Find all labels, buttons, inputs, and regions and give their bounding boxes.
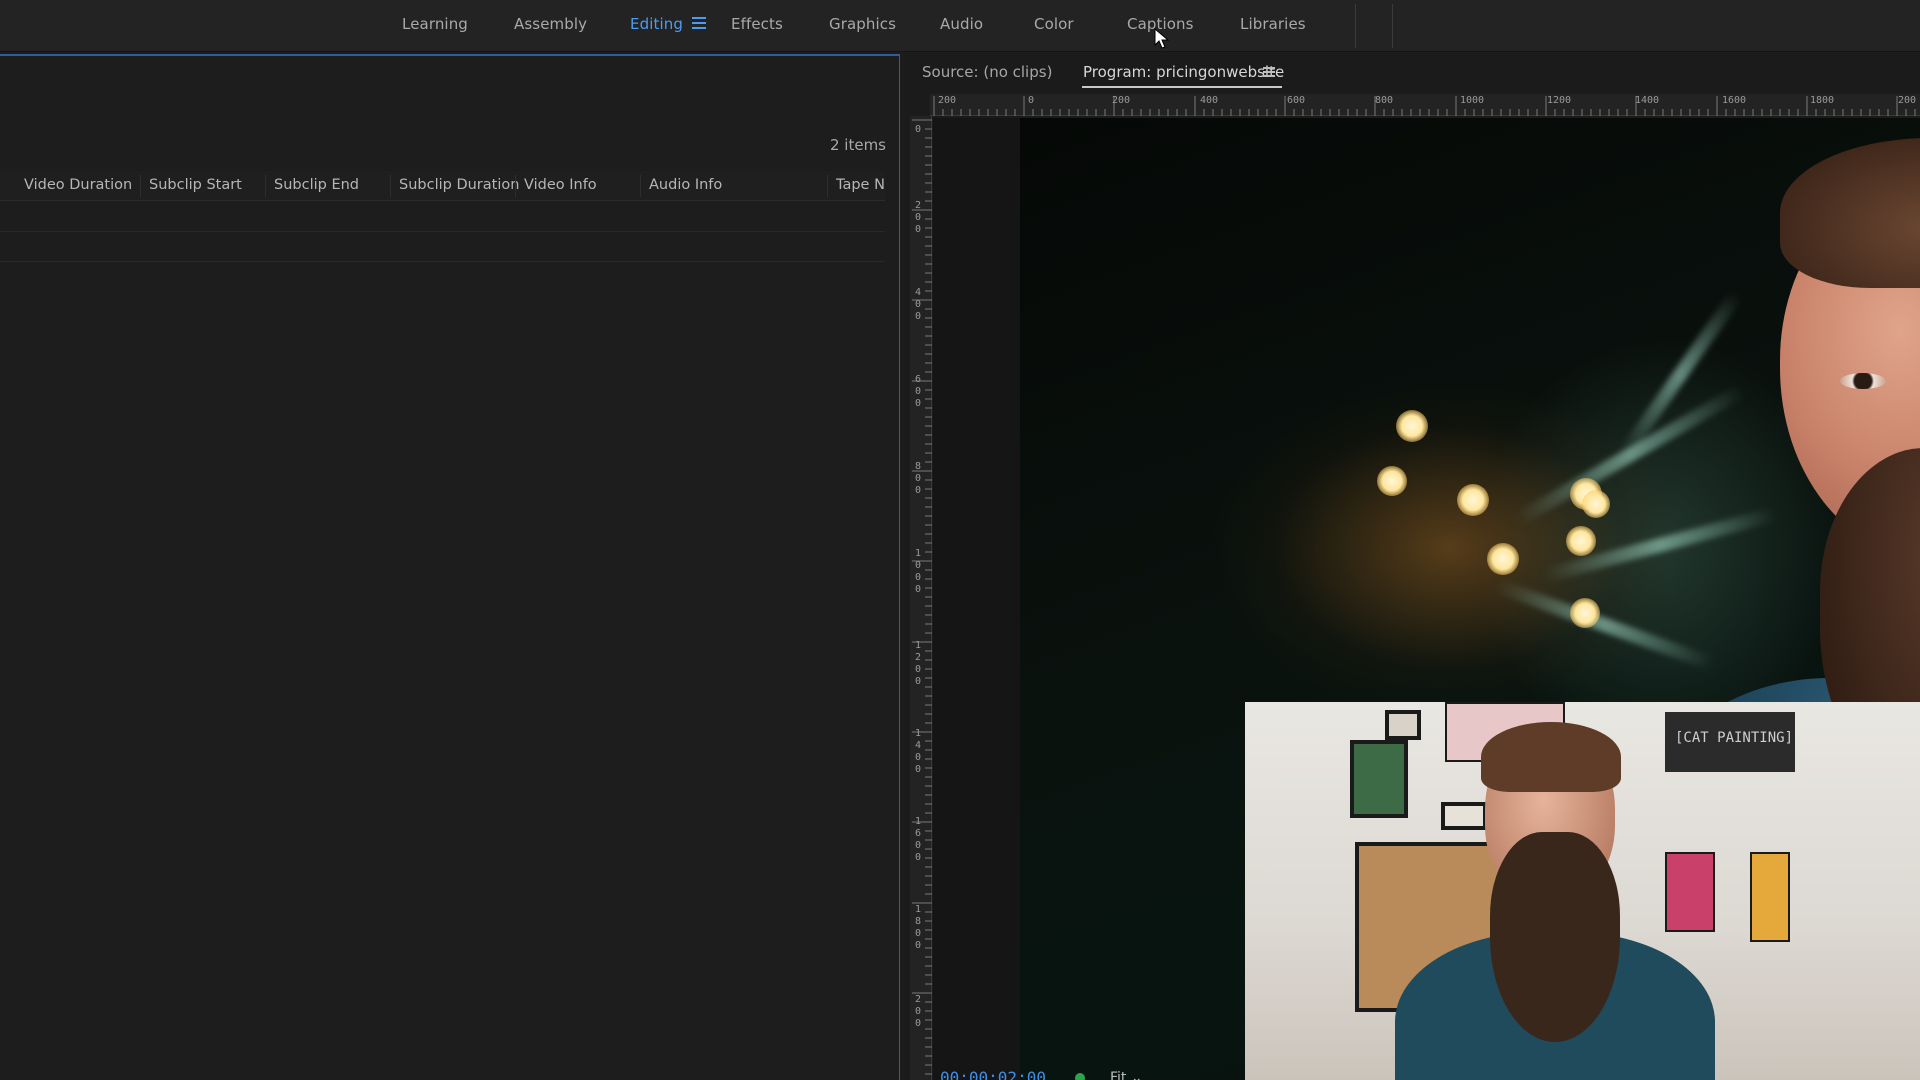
light-strand — [1616, 289, 1744, 461]
hamburger-menu-icon[interactable] — [692, 17, 706, 29]
column-header-subclip-end[interactable]: Subclip End — [274, 177, 365, 199]
ruler-label: 1800 — [914, 904, 922, 951]
chevron-down-icon: ⌄ — [1130, 1070, 1143, 1080]
column-header-row: Video Duration Subclip Start Subclip End… — [0, 171, 885, 201]
workspace-tab-assembly[interactable]: Assembly — [514, 15, 587, 33]
wall-frame — [1385, 710, 1421, 740]
bokeh-light — [1377, 466, 1407, 496]
ruler-ticks — [933, 96, 1916, 116]
bokeh-light — [1487, 543, 1519, 575]
column-separator[interactable] — [140, 175, 141, 197]
premiere-window: Learning Assembly Editing Effects Graphi… — [0, 0, 1920, 1080]
column-separator[interactable] — [265, 175, 266, 197]
person-beard — [1490, 832, 1620, 1042]
tab-source-monitor[interactable]: Source: (no clips) — [922, 63, 1052, 81]
panel-menu-icon[interactable] — [1263, 67, 1275, 77]
workspace-tab-effects[interactable]: Effects — [731, 15, 783, 33]
ruler-label: 200 — [938, 95, 957, 106]
ruler-label: 1600 — [1722, 95, 1747, 106]
ruler-label: 600 — [1287, 95, 1306, 106]
light-strand — [1494, 579, 1716, 671]
playhead-timecode[interactable]: 00:00:02:00 — [940, 1068, 1046, 1080]
bokeh-light — [1570, 598, 1600, 628]
workspace-tab-audio[interactable]: Audio — [940, 15, 983, 33]
column-separator[interactable] — [390, 175, 391, 197]
status-indicator-icon — [1075, 1073, 1085, 1080]
tab-program-monitor[interactable]: Program: pricingonwebsite — [1083, 63, 1284, 81]
column-header-video-duration[interactable]: Video Duration — [24, 177, 138, 199]
column-separator[interactable] — [515, 175, 516, 197]
column-header-audio-info[interactable]: Audio Info — [649, 177, 728, 199]
ruler-label: 800 — [914, 461, 922, 496]
column-header-subclip-start[interactable]: Subclip Start — [149, 177, 248, 199]
ruler-label: 800 — [1375, 95, 1394, 106]
person-eye — [1840, 373, 1886, 389]
project-panel: 2 items Video Duration Subclip Start Sub… — [0, 54, 900, 1080]
mouse-cursor-icon — [1154, 28, 1170, 49]
ruler-label: 200 — [1898, 95, 1917, 106]
bokeh-light — [1457, 484, 1489, 516]
ruler-label: 600 — [914, 374, 922, 409]
panel-focus-border — [899, 56, 900, 1080]
ruler-label: 200 — [914, 200, 922, 235]
ruler-label: 200 — [1112, 95, 1131, 106]
column-separator[interactable] — [827, 175, 828, 197]
column-header-video-info[interactable]: Video Info — [524, 177, 603, 199]
person-hair — [1481, 722, 1621, 792]
ruler-label: 0 — [1028, 95, 1035, 106]
bokeh-light — [1396, 410, 1428, 442]
ruler-label: 1800 — [1810, 95, 1835, 106]
workspace-tab-editing[interactable]: Editing — [630, 15, 683, 33]
active-tab-indicator — [1082, 86, 1282, 88]
table-row[interactable] — [0, 202, 885, 232]
horizontal-ruler[interactable]: 200 0 200 400 600 800 1000 1200 1400 160… — [930, 94, 1920, 116]
ruler-label: 400 — [914, 287, 922, 322]
table-row[interactable] — [0, 232, 885, 262]
ruler-label: 1200 — [914, 640, 922, 687]
ruler-label: 400 — [1200, 95, 1219, 106]
ruler-label: 1000 — [914, 548, 922, 595]
bokeh-light — [1566, 526, 1596, 556]
column-header-subclip-duration[interactable]: Subclip Duration — [399, 177, 525, 199]
ruler-label: 200 — [914, 994, 922, 1029]
ruler-label: 1200 — [1547, 95, 1572, 106]
column-separator[interactable] — [640, 175, 641, 197]
workspace-tab-learning[interactable]: Learning — [402, 15, 468, 33]
zoom-fit-label: Fit — [1110, 1070, 1127, 1080]
wall-sign-text: [CAT PAINTING] — [1675, 730, 1794, 746]
wall-poster — [1750, 852, 1790, 942]
wall-frame — [1350, 740, 1408, 818]
person-hair — [1780, 138, 1920, 288]
wall-poster — [1665, 852, 1715, 932]
ruler-label: 0 — [914, 124, 922, 135]
wall-sign: [CAT PAINTING] — [1665, 712, 1795, 772]
workspace-tab-color[interactable]: Color — [1034, 15, 1074, 33]
wall-frame — [1441, 802, 1487, 830]
webcam-overlay: [CAT PAINTING] — [1245, 702, 1920, 1080]
ruler-label: 1000 — [1460, 95, 1485, 106]
zoom-fit-dropdown[interactable]: Fit ⌄ — [1110, 1070, 1143, 1080]
bokeh-light — [1582, 490, 1610, 518]
items-count: 2 items — [829, 136, 886, 154]
workspace-tab-libraries[interactable]: Libraries — [1240, 15, 1306, 33]
workspace-divider — [1355, 4, 1356, 48]
workspace-tab-graphics[interactable]: Graphics — [829, 15, 896, 33]
workspace-bar: Learning Assembly Editing Effects Graphi… — [0, 0, 1920, 52]
workspace-divider — [1392, 4, 1393, 48]
ruler-label: 1400 — [914, 728, 922, 775]
ruler-label: 1400 — [1635, 95, 1660, 106]
column-header-tape-name[interactable]: Tape Na — [836, 177, 885, 199]
ruler-label: 1600 — [914, 816, 922, 863]
vertical-ruler[interactable]: 0 200 400 600 800 1000 1200 1400 1600 18… — [910, 116, 932, 1080]
